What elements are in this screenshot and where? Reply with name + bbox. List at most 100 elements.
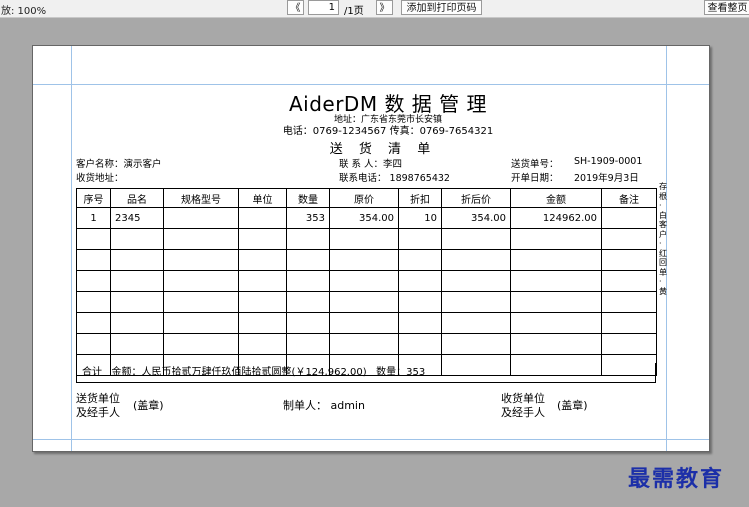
table-cell	[601, 333, 657, 355]
table-cell	[601, 249, 657, 271]
receiver-label-line2: 及经手人	[501, 406, 545, 419]
table-cell	[329, 333, 399, 355]
contact-person: 联 系 人：李四	[339, 159, 403, 170]
items-table: 序号 品名 规格型号 单位 数量 原价 折扣 折后价 金额 备注 1 2345 353 354.00 10…	[76, 188, 657, 376]
table-cell	[329, 228, 399, 250]
table-cell	[510, 228, 602, 250]
table-cell	[286, 312, 330, 334]
column-header: 单位	[238, 188, 287, 208]
zoom-level: 放: 100%	[1, 6, 47, 17]
table-cell	[238, 270, 287, 292]
table-cell: 353	[286, 207, 330, 229]
order-number: SH-1909-0001	[574, 156, 643, 167]
table-cell	[238, 333, 287, 355]
table-cell	[76, 249, 111, 271]
margin-guide-top	[33, 84, 709, 85]
table-cell	[441, 333, 511, 355]
column-header: 序号	[76, 188, 111, 208]
table-cell	[510, 249, 602, 271]
table-cell	[286, 228, 330, 250]
column-header: 金额	[510, 188, 602, 208]
table-row	[76, 270, 657, 292]
table-cell	[441, 312, 511, 334]
table-cell	[398, 291, 442, 313]
table-cell	[398, 249, 442, 271]
table-cell	[601, 270, 657, 292]
view-full-page-button[interactable]: 查看整页	[704, 0, 749, 15]
table-cell: 354.00	[441, 207, 511, 229]
table-row	[76, 291, 657, 313]
table-cell	[441, 249, 511, 271]
table-cell	[510, 312, 602, 334]
table-cell	[163, 312, 239, 334]
table-cell	[76, 312, 111, 334]
table-cell	[510, 270, 602, 292]
total-row: 合计 金额：人民币拾贰万肆仟玖佰陆拾贰圆整(￥124,962.00) 数量：35…	[76, 363, 656, 383]
order-date-label: 开单日期：	[511, 173, 559, 184]
page-total-label: /1页	[344, 6, 364, 17]
table-cell	[76, 333, 111, 355]
table-cell	[398, 270, 442, 292]
margin-guide-bottom	[33, 439, 709, 440]
table-cell: 2345	[110, 207, 164, 229]
table-cell	[601, 312, 657, 334]
add-to-print-button[interactable]: 添加到打印页码	[401, 0, 482, 15]
table-cell	[329, 291, 399, 313]
table-cell: 10	[398, 207, 442, 229]
table-cell	[286, 249, 330, 271]
table-cell	[286, 291, 330, 313]
page-number-input[interactable]	[308, 0, 339, 15]
table-cell	[398, 333, 442, 355]
table-cell	[329, 270, 399, 292]
table-row	[76, 333, 657, 355]
sender-seal: (盖章)	[133, 399, 164, 412]
table-cell: 1	[76, 207, 111, 229]
table-cell	[163, 249, 239, 271]
table-cell	[238, 228, 287, 250]
sender-label-line1: 送货单位	[76, 392, 120, 405]
sender-label: 送货单位 及经手人	[76, 392, 120, 420]
sender-label-line2: 及经手人	[76, 406, 120, 419]
table-cell: 124962.00	[510, 207, 602, 229]
table-cell	[441, 228, 511, 250]
table-cell	[510, 291, 602, 313]
column-header: 品名	[110, 188, 164, 208]
column-header: 备注	[601, 188, 657, 208]
column-header: 原价	[329, 188, 399, 208]
table-cell	[163, 333, 239, 355]
table-row: 1 2345 353 354.00 10 354.00 124962.00	[76, 207, 657, 229]
table-body: 1 2345 353 354.00 10 354.00 124962.00	[76, 207, 657, 376]
margin-guide-left	[71, 46, 72, 451]
total-label: 合计	[82, 367, 102, 378]
first-page-button[interactable]: 《	[287, 0, 304, 15]
table-cell	[163, 207, 239, 229]
company-phone: 电话：0769-1234567 传真：0769-7654321	[282, 126, 494, 137]
table-cell	[238, 312, 287, 334]
table-cell	[163, 291, 239, 313]
table-cell	[601, 228, 657, 250]
print-page: AiderDM 数 据 管 理 地址：广东省东莞市长安镇 电话：0769-123…	[32, 45, 710, 452]
table-cell	[238, 207, 287, 229]
receiver-label: 收货单位 及经手人	[501, 392, 545, 420]
table-row	[76, 228, 657, 250]
table-cell	[510, 333, 602, 355]
receiver-label-line1: 收货单位	[501, 392, 545, 405]
table-cell	[110, 312, 164, 334]
table-cell	[601, 291, 657, 313]
total-quantity: 数量：353	[376, 367, 426, 378]
table-cell	[163, 228, 239, 250]
next-page-button[interactable]: 》	[376, 0, 393, 15]
table-cell	[238, 291, 287, 313]
table-row	[76, 249, 657, 271]
table-row	[76, 312, 657, 334]
column-header: 折后价	[441, 188, 511, 208]
table-cell	[76, 291, 111, 313]
copies-side-note: 存根·白 客户·红 回单·黄	[659, 182, 667, 296]
table-cell	[601, 207, 657, 229]
table-cell	[110, 333, 164, 355]
customer-name: 客户名称：演示客户	[76, 159, 162, 170]
table-cell	[441, 291, 511, 313]
table-cell	[163, 270, 239, 292]
total-amount: 金额：人民币拾贰万肆仟玖佰陆拾贰圆整(￥124,962.00)	[111, 367, 367, 378]
column-header: 数量	[286, 188, 330, 208]
